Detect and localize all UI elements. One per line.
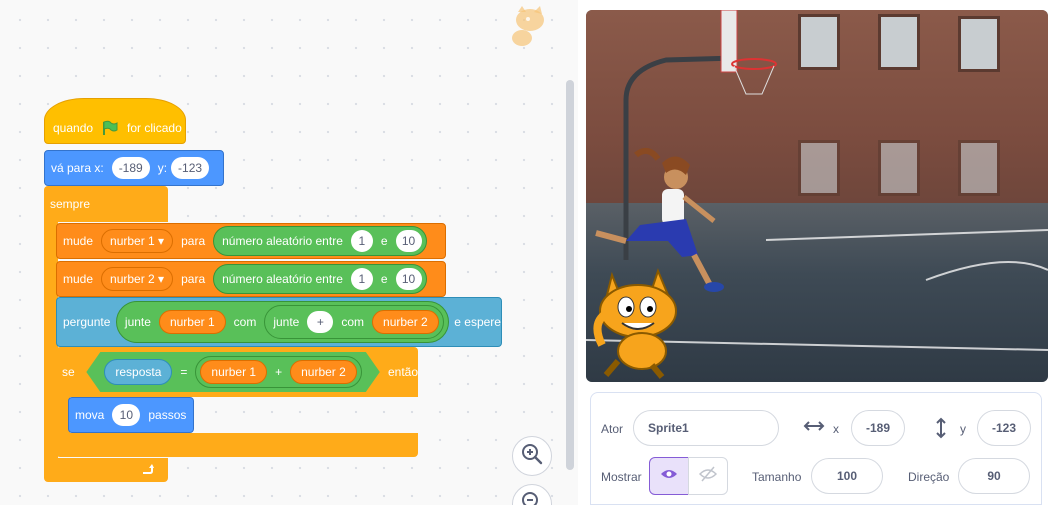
show-sprite-button[interactable]	[649, 457, 689, 495]
if-then-block[interactable]: se resposta = nurber 1 + nurber 2 então	[56, 347, 418, 397]
random-label: número aleatório entre	[222, 272, 343, 286]
if-bottom	[56, 433, 418, 457]
code-area[interactable]: quando for clicado vá para x: -189 y: -1…	[0, 0, 578, 505]
set-variable-block-1[interactable]: mude nurber 1 ▾ para número aleatório en…	[56, 223, 446, 259]
forever-block[interactable]: sempre	[44, 186, 168, 222]
random-to-input[interactable]: 10	[395, 268, 422, 290]
with-label: com	[233, 315, 257, 329]
random-from-input[interactable]: 1	[350, 268, 373, 290]
when-flag-clicked-block[interactable]: quando for clicado	[44, 98, 186, 144]
eye-slash-icon	[698, 466, 718, 487]
direction-label: Direção	[908, 470, 950, 484]
set-label: mude	[63, 272, 94, 286]
zoom-in-icon	[521, 443, 543, 470]
code-area-scrollbar[interactable]	[566, 80, 574, 470]
cat-sprite	[593, 268, 677, 379]
plus-text-input[interactable]: +	[307, 311, 334, 333]
forever-label: sempre	[50, 197, 91, 211]
random-label: número aleatório entre	[222, 234, 343, 248]
to-label: para	[181, 234, 206, 248]
random-block-2[interactable]: número aleatório entre 1 e 10	[213, 264, 427, 294]
eye-icon	[660, 467, 678, 485]
direction-field[interactable]: 90	[958, 458, 1030, 494]
variable-reporter-nurber-2[interactable]: nurber 2	[290, 360, 357, 384]
join-block-inner[interactable]: junte + com nurber 2	[264, 305, 444, 339]
variable-dropdown-1[interactable]: nurber 1 ▾	[101, 229, 174, 253]
zoom-in-button[interactable]	[512, 436, 552, 476]
equals-block[interactable]: resposta = nurber 1 + nurber 2	[86, 352, 379, 392]
set-label: mude	[63, 234, 94, 248]
variable-dropdown-2[interactable]: nurber 2 ▾	[101, 267, 174, 291]
ask-and-wait-block[interactable]: pergunte junte nurber 1 com junte + com …	[56, 297, 502, 347]
then-label: então	[387, 365, 418, 379]
vertical-arrows-icon	[934, 417, 948, 444]
forever-bottom	[44, 458, 168, 482]
repeat-arrow-icon	[140, 462, 154, 479]
variable-reporter-nurber-1[interactable]: nurber 1	[158, 310, 226, 334]
y-label: y:	[157, 161, 168, 175]
x-position-field[interactable]: -189	[851, 410, 905, 446]
if-label: se	[62, 365, 75, 379]
with-label: com	[341, 315, 365, 329]
horizontal-arrows-icon	[803, 419, 825, 438]
zoom-out-icon	[521, 491, 543, 505]
x-label: x	[833, 422, 839, 436]
equals-label: =	[180, 365, 188, 379]
to-label: para	[181, 272, 206, 286]
set-variable-block-2[interactable]: mude nurber 2 ▾ para número aleatório en…	[56, 261, 446, 297]
plus-label: +	[275, 365, 283, 379]
flag-clicked-label: for clicado	[127, 121, 182, 135]
answer-reporter[interactable]: resposta	[104, 359, 172, 385]
green-flag-icon	[101, 120, 119, 136]
sprite-name-field[interactable]: Sprite1	[633, 410, 779, 446]
go-to-label: vá para x:	[51, 161, 104, 175]
x-value-input[interactable]: -189	[111, 157, 150, 179]
size-label: Tamanho	[752, 470, 802, 484]
sprite-info-panel: Ator Sprite1 x -189 y -123 Mostrar Taman…	[590, 392, 1042, 505]
and-label: e	[380, 272, 388, 286]
y-label: y	[960, 422, 966, 436]
cat-sprite-thumbnail	[500, 6, 550, 50]
size-field[interactable]: 100	[811, 458, 883, 494]
steps-label: passos	[148, 408, 187, 422]
join-label: junte	[273, 315, 300, 329]
stage[interactable]	[586, 10, 1048, 382]
join-label: junte	[124, 315, 151, 329]
go-to-xy-block[interactable]: vá para x: -189 y: -123	[44, 150, 224, 186]
steps-input[interactable]: 10	[112, 404, 141, 426]
hide-sprite-button[interactable]	[688, 457, 728, 495]
show-label: Mostrar	[601, 470, 642, 484]
add-block[interactable]: nurber 1 + nurber 2	[195, 356, 361, 388]
when-label: quando	[53, 121, 94, 135]
join-block-outer[interactable]: junte nurber 1 com junte + com nurber 2	[115, 301, 449, 343]
variable-reporter-nurber-1[interactable]: nurber 1	[200, 360, 267, 384]
random-to-input[interactable]: 10	[395, 230, 422, 252]
variable-reporter-nurber-2[interactable]: nurber 2	[372, 310, 439, 334]
move-label: mova	[75, 408, 105, 422]
sprite-label: Ator	[601, 422, 624, 436]
ask-label: pergunte	[63, 315, 111, 329]
random-block-1[interactable]: número aleatório entre 1 e 10	[213, 226, 427, 256]
and-label: e	[380, 234, 388, 248]
y-value-input[interactable]: -123	[171, 157, 210, 179]
y-position-field[interactable]: -123	[977, 410, 1031, 446]
random-from-input[interactable]: 1	[350, 230, 373, 252]
zoom-out-button[interactable]	[512, 484, 552, 505]
and-wait-label: e espere	[454, 315, 501, 329]
move-steps-block[interactable]: mova 10 passos	[68, 397, 194, 433]
